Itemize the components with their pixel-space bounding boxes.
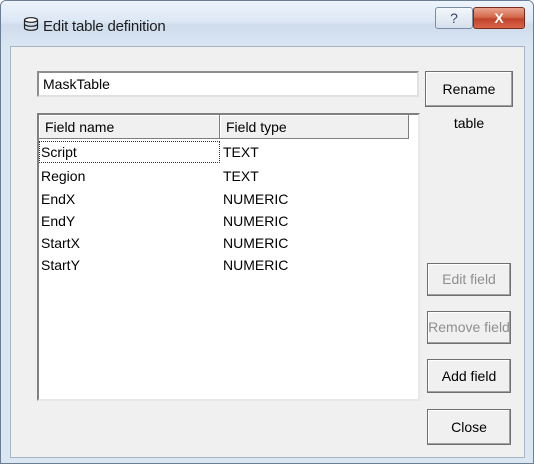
list-item[interactable]: Script TEXT bbox=[39, 141, 418, 163]
remove-field-button[interactable]: Remove field bbox=[427, 311, 511, 344]
window-close-button[interactable]: X bbox=[473, 7, 525, 29]
field-name-cell: Script bbox=[39, 141, 220, 163]
title-bar[interactable]: Edit table definition ? X bbox=[1, 1, 533, 45]
field-name-cell: EndY bbox=[41, 213, 76, 229]
list-item[interactable]: StartX NUMERIC bbox=[39, 232, 418, 254]
add-field-button[interactable]: Add field bbox=[427, 359, 511, 393]
list-item[interactable]: StartY NUMERIC bbox=[39, 254, 418, 276]
field-type-cell: NUMERIC bbox=[223, 191, 289, 207]
table-name-input[interactable]: MaskTable bbox=[37, 71, 419, 97]
help-button[interactable]: ? bbox=[435, 7, 473, 29]
field-type-cell: TEXT bbox=[223, 168, 259, 184]
field-name-cell: StartY bbox=[41, 257, 80, 273]
edit-field-button[interactable]: Edit field bbox=[427, 263, 511, 296]
column-header-field-name[interactable]: Field name bbox=[39, 115, 220, 139]
dialog-body: MaskTable Rename table Field name Field … bbox=[10, 46, 525, 458]
field-name-cell: Region bbox=[41, 168, 86, 184]
list-item[interactable]: EndX NUMERIC bbox=[39, 188, 418, 210]
field-type-cell: TEXT bbox=[223, 144, 259, 160]
field-type-cell: NUMERIC bbox=[223, 257, 289, 273]
fields-list[interactable]: Field name Field type Script TEXT Region… bbox=[37, 113, 420, 401]
edit-table-dialog: Edit table definition ? X MaskTable Rena… bbox=[0, 0, 534, 464]
list-item[interactable]: Region TEXT bbox=[39, 165, 418, 187]
field-name-cell: EndX bbox=[41, 191, 76, 207]
column-header-field-type[interactable]: Field type bbox=[220, 115, 409, 139]
close-button[interactable]: Close bbox=[427, 409, 511, 445]
field-type-cell: NUMERIC bbox=[223, 213, 289, 229]
list-item[interactable]: EndY NUMERIC bbox=[39, 210, 418, 232]
window-title: Edit table definition bbox=[43, 18, 166, 35]
rename-table-button[interactable]: Rename table bbox=[425, 71, 513, 131]
field-type-cell: NUMERIC bbox=[223, 235, 289, 251]
database-icon bbox=[23, 17, 39, 31]
field-name-cell: StartX bbox=[41, 235, 80, 251]
